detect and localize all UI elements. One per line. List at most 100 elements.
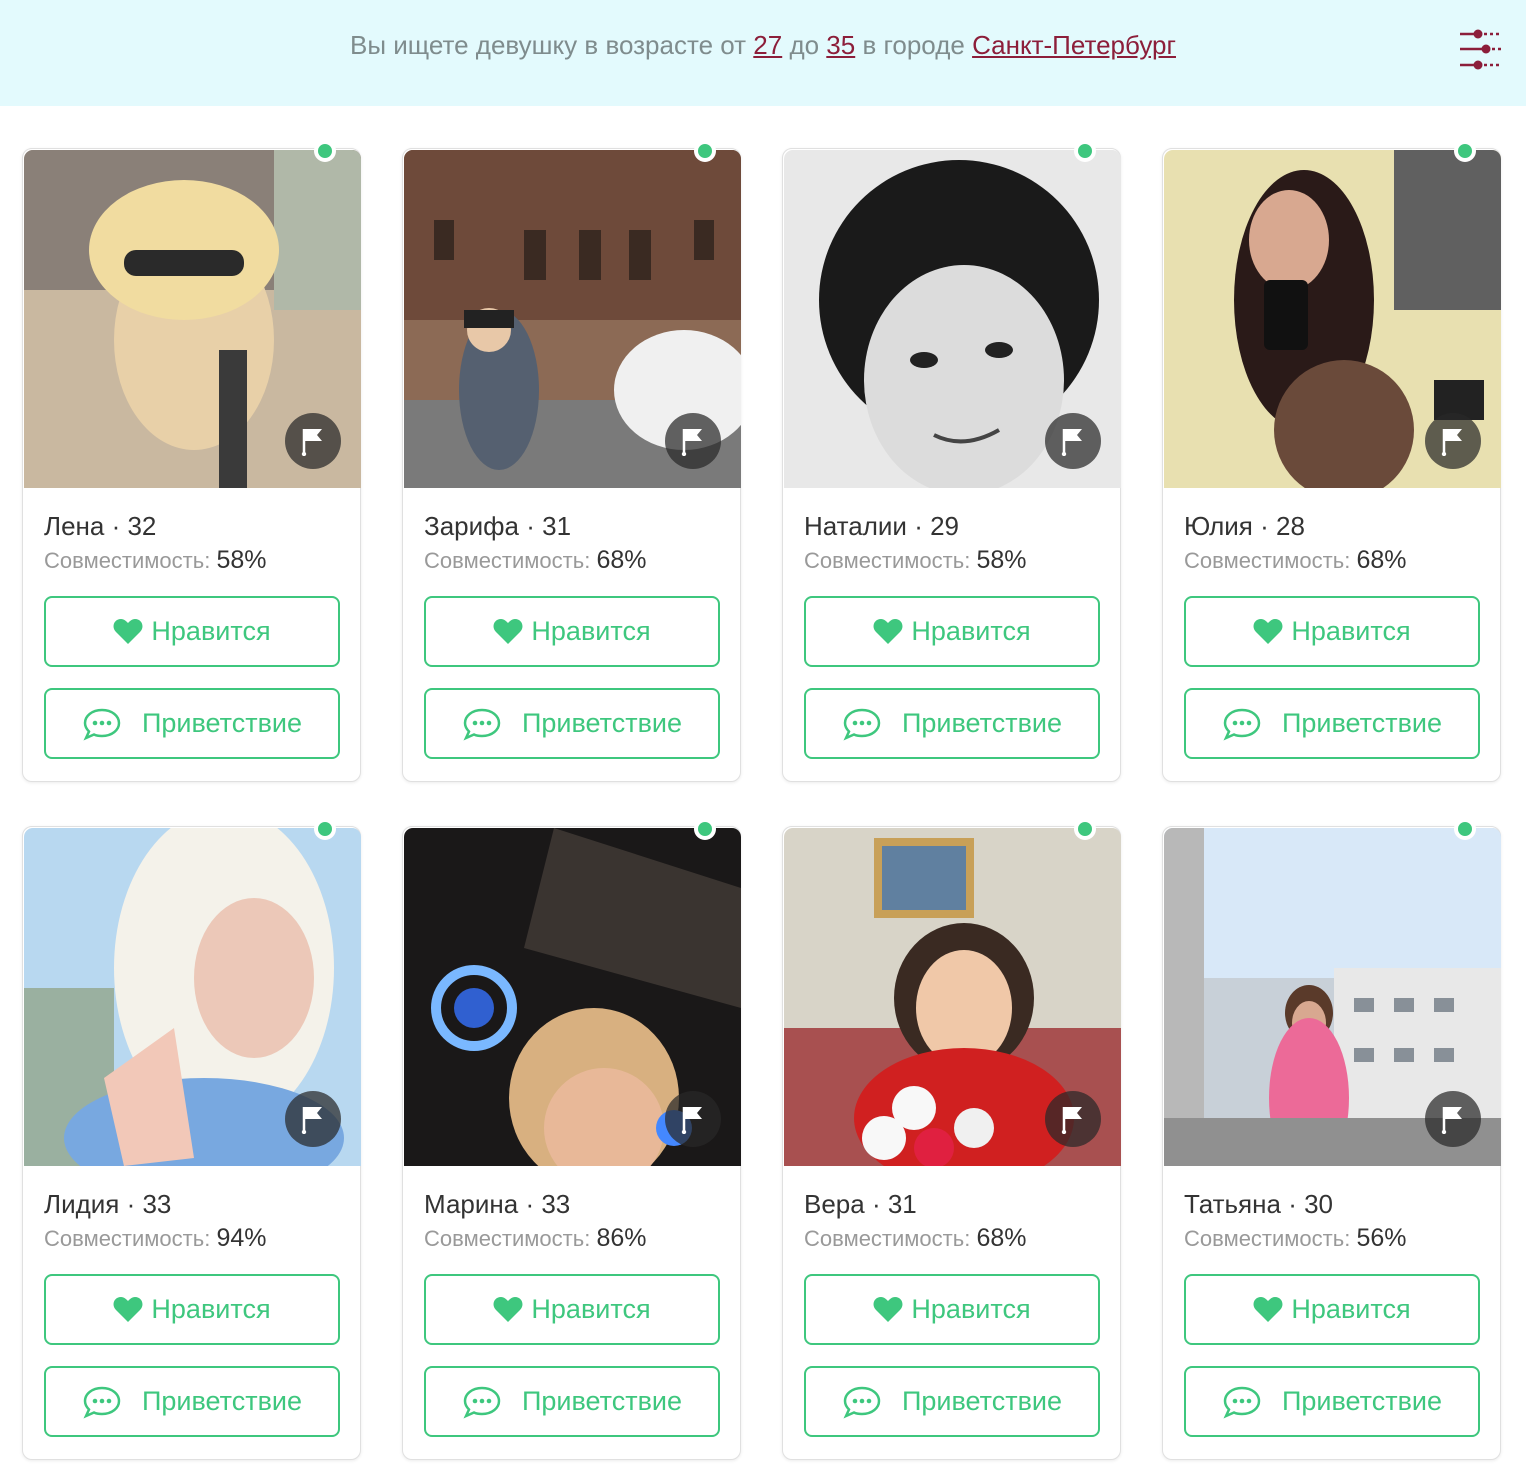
- profile-card[interactable]: Наталии · 29 Совместимость: 58% Нравится…: [782, 140, 1121, 782]
- profile-card[interactable]: Юлия · 28 Совместимость: 68% Нравится Пр…: [1162, 140, 1501, 782]
- flag-icon: [301, 429, 322, 456]
- profile-name: Зарифа: [424, 511, 519, 541]
- filter-button[interactable]: [1456, 28, 1506, 74]
- online-indicator: [314, 140, 336, 162]
- report-button[interactable]: [285, 413, 341, 469]
- flag-icon: [1061, 1107, 1082, 1134]
- report-button[interactable]: [665, 413, 721, 469]
- profile-card[interactable]: Лена · 32 Совместимость: 58% Нравится Пр…: [22, 140, 361, 782]
- profile-card[interactable]: Лидия · 33 Совместимость: 94% Нравится П…: [22, 818, 361, 1460]
- report-button[interactable]: [665, 1091, 721, 1147]
- report-button[interactable]: [1425, 413, 1481, 469]
- profile-name: Татьяна: [1184, 1189, 1281, 1219]
- like-label: Нравится: [1291, 616, 1411, 646]
- compatibility: Совместимость: 58%: [804, 546, 1026, 575]
- greeting-button[interactable]: Приветствие: [424, 688, 720, 759]
- greeting-button[interactable]: Приветствие: [1184, 1366, 1480, 1437]
- profile-name: Юлия: [1184, 511, 1253, 541]
- profile-name: Лена: [44, 511, 105, 541]
- compat-value: 86%: [596, 1224, 647, 1252]
- chat-bubble-icon: [82, 1385, 122, 1419]
- compatibility: Совместимость: 68%: [424, 546, 646, 575]
- greeting-button[interactable]: Приветствие: [804, 688, 1100, 759]
- greeting-button[interactable]: Приветствие: [1184, 688, 1480, 759]
- compat-value: 58%: [976, 546, 1027, 574]
- report-button[interactable]: [285, 1091, 341, 1147]
- online-indicator: [1454, 818, 1476, 840]
- like-label: Нравится: [151, 616, 271, 646]
- summary-city-prefix: в городе: [855, 30, 973, 60]
- profile-card[interactable]: Зарифа · 31 Совместимость: 68% Нравится …: [402, 140, 741, 782]
- like-button[interactable]: Нравится: [424, 596, 720, 667]
- report-button[interactable]: [1045, 413, 1101, 469]
- chat-bubble-icon: [842, 707, 882, 741]
- like-button[interactable]: Нравится: [1184, 596, 1480, 667]
- profile-grid: Лена · 32 Совместимость: 58% Нравится Пр…: [22, 140, 1501, 1460]
- greeting-button[interactable]: Приветствие: [44, 1366, 340, 1437]
- greeting-label: Приветствие: [521, 708, 683, 738]
- profile-age: 29: [930, 511, 959, 541]
- compatibility: Совместимость: 68%: [1184, 546, 1406, 575]
- compat-label: Совместимость:: [424, 1226, 591, 1251]
- like-button[interactable]: Нравится: [44, 1274, 340, 1345]
- compatibility: Совместимость: 56%: [1184, 1224, 1406, 1253]
- profile-card[interactable]: Вера · 31 Совместимость: 68% Нравится Пр…: [782, 818, 1121, 1460]
- greeting-button[interactable]: Приветствие: [44, 688, 340, 759]
- online-indicator: [694, 818, 716, 840]
- compatibility: Совместимость: 58%: [44, 546, 266, 575]
- online-indicator: [1074, 818, 1096, 840]
- online-indicator: [1454, 140, 1476, 162]
- compatibility: Совместимость: 86%: [424, 1224, 646, 1253]
- flag-icon: [1441, 1107, 1462, 1134]
- heart-icon: [113, 1296, 143, 1323]
- profile-name-age: Юлия · 28: [1184, 511, 1305, 541]
- profile-name: Лидия: [44, 1189, 120, 1219]
- like-button[interactable]: Нравится: [804, 596, 1100, 667]
- profile-age: 28: [1275, 511, 1305, 541]
- heart-icon: [1253, 1296, 1283, 1323]
- profile-age: 31: [542, 511, 572, 541]
- profile-age: 31: [887, 1189, 917, 1219]
- heart-icon: [113, 618, 143, 645]
- like-label: Нравится: [911, 1294, 1031, 1324]
- flag-icon: [681, 429, 702, 456]
- greeting-button[interactable]: Приветствие: [424, 1366, 720, 1437]
- age-to-link[interactable]: 35: [826, 30, 855, 60]
- like-button[interactable]: Нравится: [424, 1274, 720, 1345]
- profile-name-age: Татьяна · 30: [1184, 1189, 1333, 1219]
- profile-card[interactable]: Татьяна · 30 Совместимость: 56% Нравится…: [1162, 818, 1501, 1460]
- compatibility: Совместимость: 68%: [804, 1224, 1026, 1253]
- compat-label: Совместимость:: [44, 1226, 211, 1251]
- compat-label: Совместимость:: [804, 548, 971, 573]
- report-button[interactable]: [1045, 1091, 1101, 1147]
- like-button[interactable]: Нравится: [1184, 1274, 1480, 1345]
- like-label: Нравится: [531, 1294, 651, 1324]
- greeting-label: Приветствие: [1281, 708, 1443, 738]
- profile-name-age: Вера · 31: [804, 1189, 917, 1219]
- like-button[interactable]: Нравится: [44, 596, 340, 667]
- profile-name-age: Наталии · 29: [804, 511, 959, 541]
- greeting-label: Приветствие: [1281, 1386, 1443, 1416]
- flag-icon: [301, 1107, 322, 1134]
- search-summary: Вы ищете девушку в возрасте от 27 до 35 …: [0, 30, 1526, 61]
- heart-icon: [1253, 618, 1283, 645]
- greeting-button[interactable]: Приветствие: [804, 1366, 1100, 1437]
- compat-value: 94%: [216, 1224, 267, 1252]
- profile-name: Наталии: [804, 511, 907, 541]
- age-from-link[interactable]: 27: [753, 30, 782, 60]
- profile-age: 33: [541, 1189, 571, 1219]
- like-button[interactable]: Нравится: [804, 1274, 1100, 1345]
- compat-label: Совместимость:: [804, 1226, 971, 1251]
- profile-age: 32: [127, 511, 157, 541]
- sliders-icon: [1460, 29, 1502, 70]
- city-link[interactable]: Санкт-Петербург: [972, 30, 1176, 60]
- report-button[interactable]: [1425, 1091, 1481, 1147]
- chat-bubble-icon: [82, 707, 122, 741]
- profile-name-age: Лидия · 33: [44, 1189, 172, 1219]
- online-indicator: [1074, 140, 1096, 162]
- compatibility: Совместимость: 94%: [44, 1224, 266, 1253]
- profile-card[interactable]: Марина · 33 Совместимость: 86% Нравится …: [402, 818, 741, 1460]
- greeting-label: Приветствие: [141, 1386, 303, 1416]
- chat-bubble-icon: [462, 1385, 502, 1419]
- profile-name: Вера: [804, 1189, 865, 1219]
